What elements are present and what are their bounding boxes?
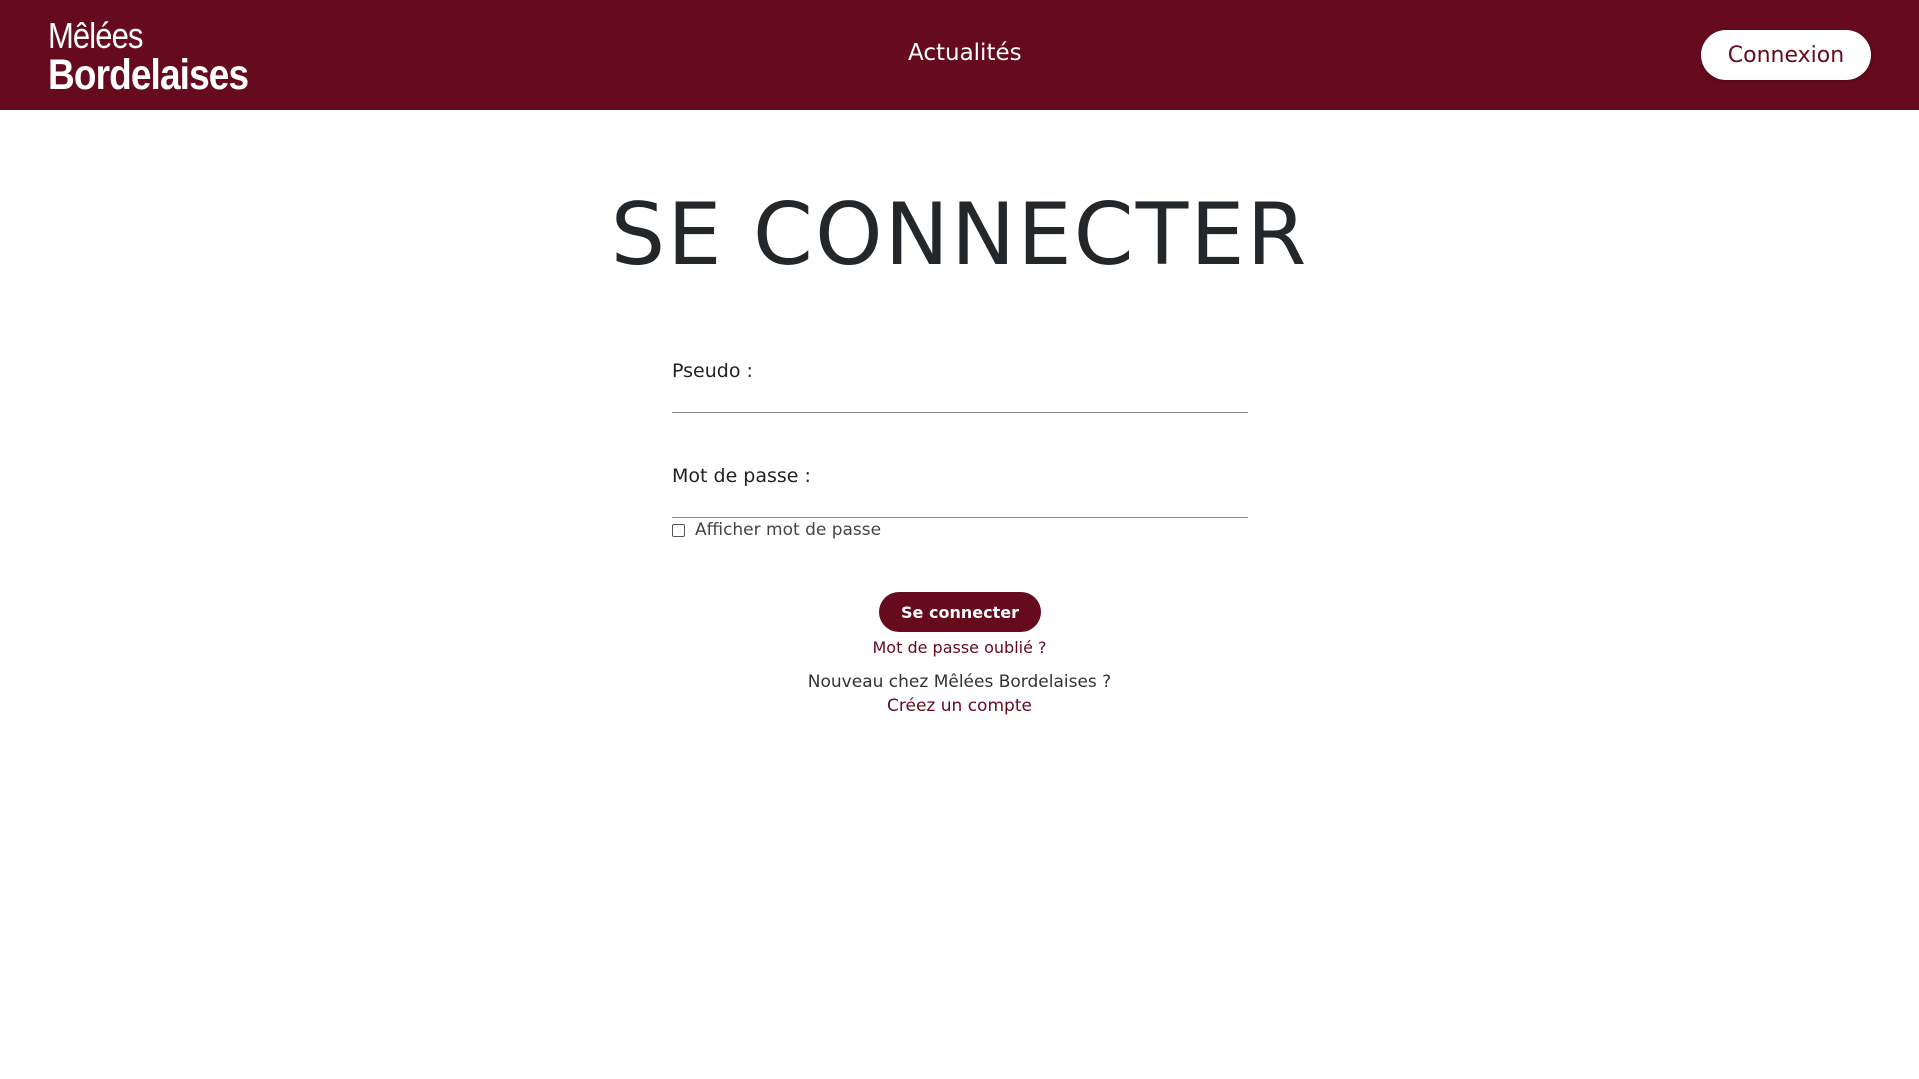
logo-line-2: Bordelaises — [48, 51, 249, 99]
connexion-button[interactable]: Connexion — [1701, 30, 1871, 80]
username-input[interactable] — [672, 378, 1248, 413]
se-connecter-button[interactable]: Se connecter — [879, 592, 1041, 632]
logo-line-1: Mêlées — [48, 15, 144, 56]
site-logo[interactable]: Mêlées Bordelaises — [48, 18, 281, 97]
nav-link-actualites[interactable]: Actualités — [908, 40, 1022, 66]
forgot-password-row: Mot de passe oublié ? — [0, 638, 1919, 657]
show-password-checkbox[interactable] — [672, 523, 685, 537]
password-input[interactable] — [672, 483, 1248, 518]
forgot-password-link[interactable]: Mot de passe oublié ? — [873, 638, 1047, 657]
page-title: SE CONNECTER — [610, 185, 1309, 285]
top-navbar: Mêlées Bordelaises Actualités Connexion — [0, 0, 1919, 110]
show-password-row: Afficher mot de passe — [672, 520, 881, 540]
new-user-text: Nouveau chez Mêlées Bordelaises ? — [807, 672, 1112, 692]
create-account-link[interactable]: Créez un compte — [887, 696, 1032, 716]
show-password-label: Afficher mot de passe — [695, 520, 882, 540]
create-account-row: Créez un compte — [0, 696, 1919, 716]
